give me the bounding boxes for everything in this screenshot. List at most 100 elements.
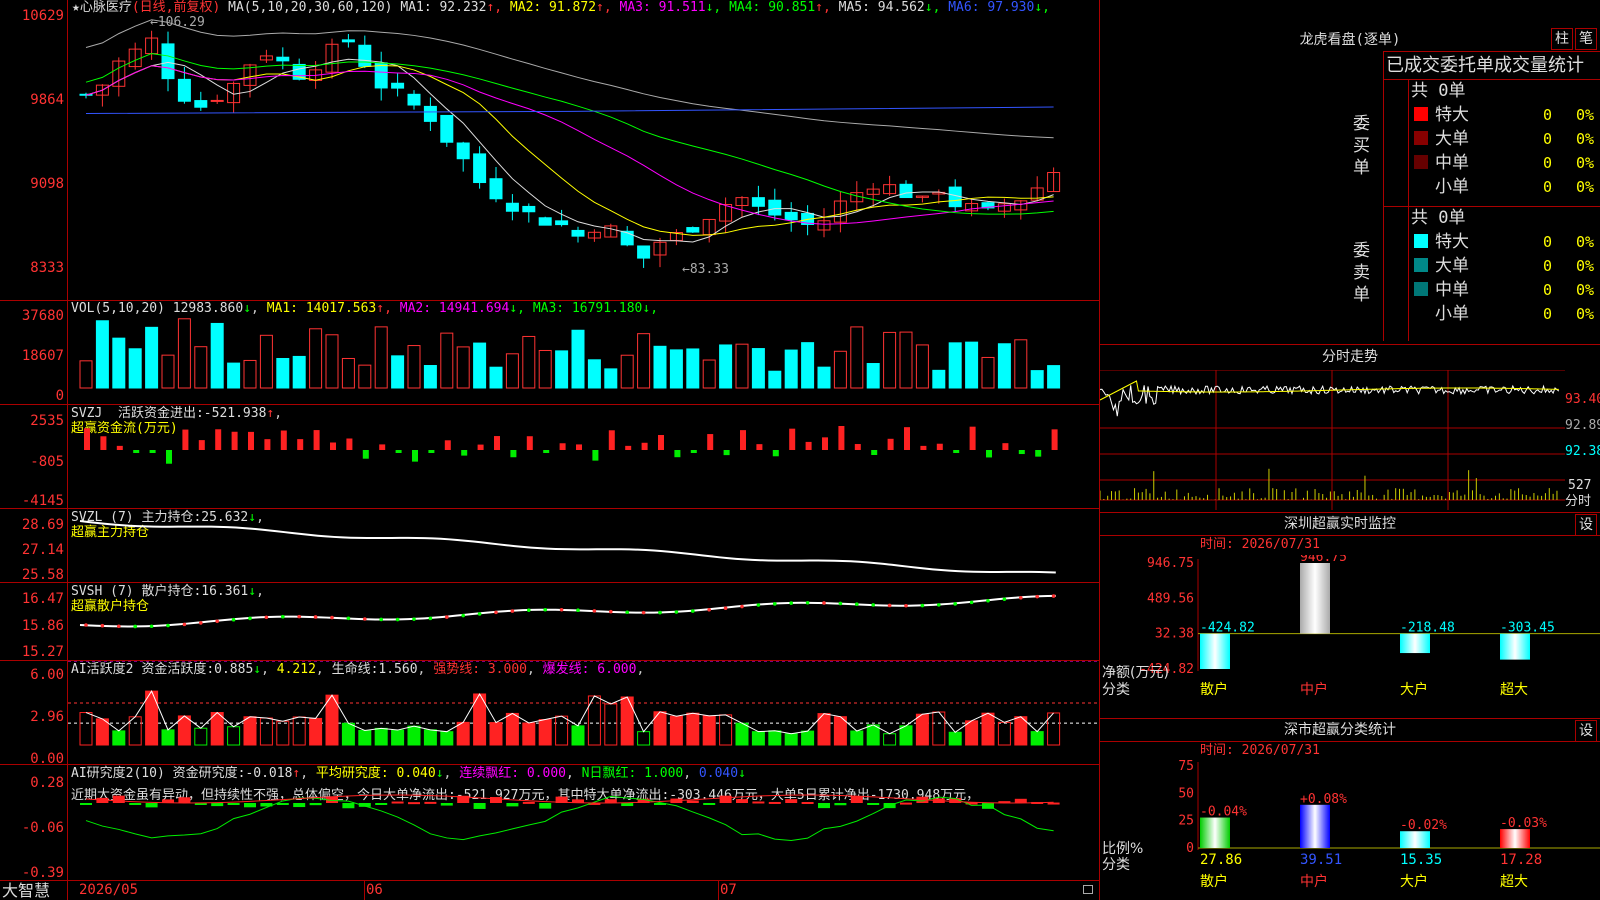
research-bar — [440, 803, 453, 806]
flow-bar — [756, 444, 763, 450]
order-category: 小单 — [1435, 304, 1469, 324]
candle-body — [210, 99, 224, 102]
activity-bar — [407, 725, 421, 746]
month-tick — [364, 881, 365, 900]
activity-bar — [981, 712, 995, 746]
xaxis-label-0: 2026/05 — [79, 882, 139, 898]
flow-bar — [330, 442, 336, 450]
volume-chart[interactable] — [68, 301, 1099, 404]
bar-mode-button[interactable]: 柱 — [1551, 28, 1573, 50]
retail-dot — [231, 617, 236, 622]
svzl-axis-2: 25.58 — [21, 567, 64, 583]
retail-dot — [477, 612, 482, 616]
volume-bar — [1014, 339, 1028, 389]
retail-dot — [871, 603, 875, 607]
category-label: 大户 — [1400, 873, 1428, 890]
category-swatch — [1414, 234, 1428, 248]
lock-icon[interactable] — [1083, 885, 1093, 894]
flow-bar — [198, 440, 205, 450]
activity-bar — [341, 722, 355, 746]
sz-stat-time: 时间: 2026/07/31 — [1200, 743, 1320, 758]
volume-bar — [965, 341, 979, 389]
research-bar — [408, 802, 420, 805]
order-category: 中单 — [1435, 153, 1469, 173]
order-count: 0 — [1543, 178, 1553, 196]
vol-axis-2: 0 — [55, 388, 64, 404]
retail-dot — [674, 610, 679, 614]
y-label: 比例% — [1102, 841, 1143, 857]
activity-bar — [751, 731, 765, 746]
flow-bar — [264, 439, 271, 450]
flow-bar — [395, 450, 402, 453]
volume-bar — [227, 362, 241, 389]
retail-dot — [412, 617, 416, 621]
flow-bar — [543, 450, 550, 453]
activity-bar — [555, 715, 569, 746]
intraday-chart[interactable] — [1100, 370, 1565, 510]
flow-bar — [346, 438, 353, 450]
volume-bar — [751, 348, 765, 389]
order-total: 共 0单 — [1411, 208, 1466, 228]
divider — [1100, 718, 1600, 719]
category-label: 大户 — [1400, 681, 1428, 698]
lhb-tabs[interactable]: 已成交委托单成交量统计 — [1386, 55, 1584, 77]
activity-bar — [997, 721, 1011, 746]
stat-settings-button[interactable]: 设 — [1575, 720, 1597, 742]
flow-bar — [854, 444, 861, 450]
volume-bar — [1047, 365, 1061, 389]
volume-bar — [292, 355, 306, 389]
svzl-chart[interactable] — [68, 509, 1099, 582]
flow-bar — [822, 437, 828, 450]
research-bar — [719, 795, 732, 803]
research-bar — [522, 801, 535, 804]
retail-dot — [822, 601, 826, 605]
svsh-chart[interactable] — [68, 583, 1099, 660]
flow-bar — [838, 426, 845, 450]
category-label: 中户 — [1300, 681, 1328, 698]
research-bar — [539, 803, 552, 809]
volume-bar — [932, 369, 946, 389]
ai-research-chart[interactable] — [68, 765, 1099, 880]
retail-dot — [625, 610, 629, 615]
flow-bar — [953, 450, 960, 453]
activity-bar — [571, 725, 585, 746]
retail-dot — [855, 602, 859, 606]
activity-bar — [768, 730, 782, 746]
ratio-bar-chart[interactable]: 75 50 25 0 比例%分类 -0.04% 27.86 散户 +0.08% 39.51 中户 -0… — [1100, 758, 1600, 900]
retail-dot — [543, 607, 547, 612]
category-bar — [1500, 633, 1530, 660]
research-bar — [227, 803, 240, 805]
flow-bar — [313, 430, 320, 450]
volume-bar — [95, 320, 109, 389]
volume-bar — [735, 343, 749, 389]
research-bar — [276, 803, 289, 805]
svzj-chart[interactable] — [68, 405, 1099, 508]
volume-bar — [456, 346, 470, 389]
category-swatch — [1414, 179, 1428, 193]
avg-research-line — [85, 794, 1054, 804]
research-bar — [178, 797, 191, 803]
candle-body — [440, 114, 454, 143]
activity-bar — [391, 729, 405, 746]
category-bar — [1200, 817, 1230, 848]
retail-dot — [445, 615, 449, 619]
net-flow-bar-chart[interactable]: 946.75489.5632.38-424.82净额(万元)分类-424.82散… — [1100, 555, 1600, 715]
retail-dot — [1051, 594, 1056, 598]
candlestick-chart[interactable] — [68, 0, 1099, 300]
activity-bar — [801, 730, 815, 746]
activity-bar — [456, 721, 470, 746]
candle-body — [686, 227, 700, 233]
research-bar — [768, 801, 781, 804]
volume-bar — [210, 322, 224, 389]
flow-bar — [690, 450, 697, 453]
flow-bar — [1035, 450, 1042, 457]
volume-bar — [620, 354, 634, 389]
activity-bar — [227, 726, 241, 746]
activity-bar — [505, 712, 519, 746]
tick-mode-button[interactable]: 笔 — [1575, 28, 1597, 50]
ma-line — [85, 65, 1054, 225]
category-bar — [1200, 633, 1230, 669]
monitor-settings-button[interactable]: 设 — [1575, 514, 1597, 536]
volume-bar — [981, 356, 995, 389]
ai-activity-chart[interactable] — [68, 661, 1099, 764]
